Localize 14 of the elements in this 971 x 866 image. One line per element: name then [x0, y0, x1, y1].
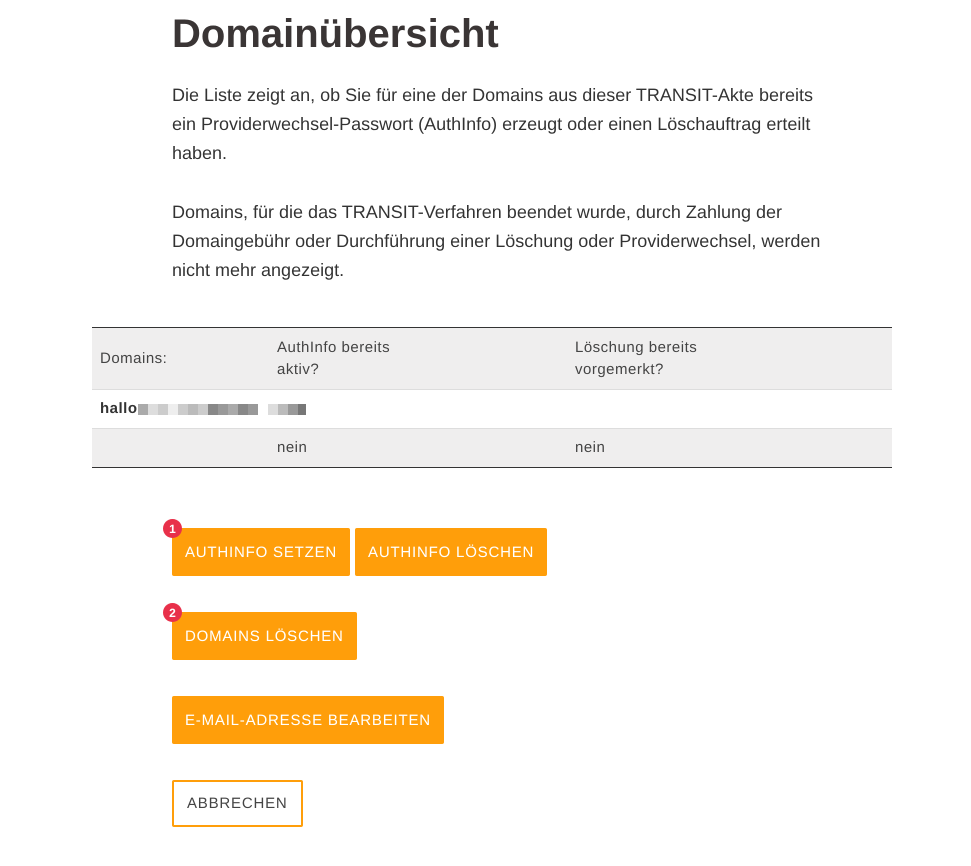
column-header: Löschung bereits vorgemerkt?	[575, 338, 698, 380]
domain-name: hallo	[100, 399, 138, 419]
action-button[interactable]: E-MAIL-ADRESSE BEARBEITEN	[172, 696, 444, 744]
action-button[interactable]: AUTHINFO LÖSCHEN	[355, 528, 548, 576]
column-header: AuthInfo bereits aktiv?	[277, 338, 392, 380]
description-text: Die Liste zeigt an, ob Sie für eine der Domains aus dieser TRANSIT-Akte bereits ein Providerwechsel-Passwort (AuthInfo) erzeugt oder einen Löschauftrag erteilt haben.	[172, 84, 814, 165]
table-cell-text: nein	[277, 438, 308, 458]
description-text: Domains, für die das TRANSIT-Verfahren beendet wurde, durch Zahlung der Domaingebühr oder Durchführung einer Löschung oder Providerwechsel, werden nicht mehr angezeigt.	[172, 201, 822, 282]
cancel-button[interactable]: ABBRECHEN	[172, 780, 303, 827]
step-badge: 2	[163, 603, 182, 622]
column-header: Domains:	[99, 348, 168, 368]
table-cell-text: nein	[575, 438, 606, 458]
step-badge: 1	[163, 519, 182, 538]
page-title: Domainübersicht	[172, 12, 500, 57]
